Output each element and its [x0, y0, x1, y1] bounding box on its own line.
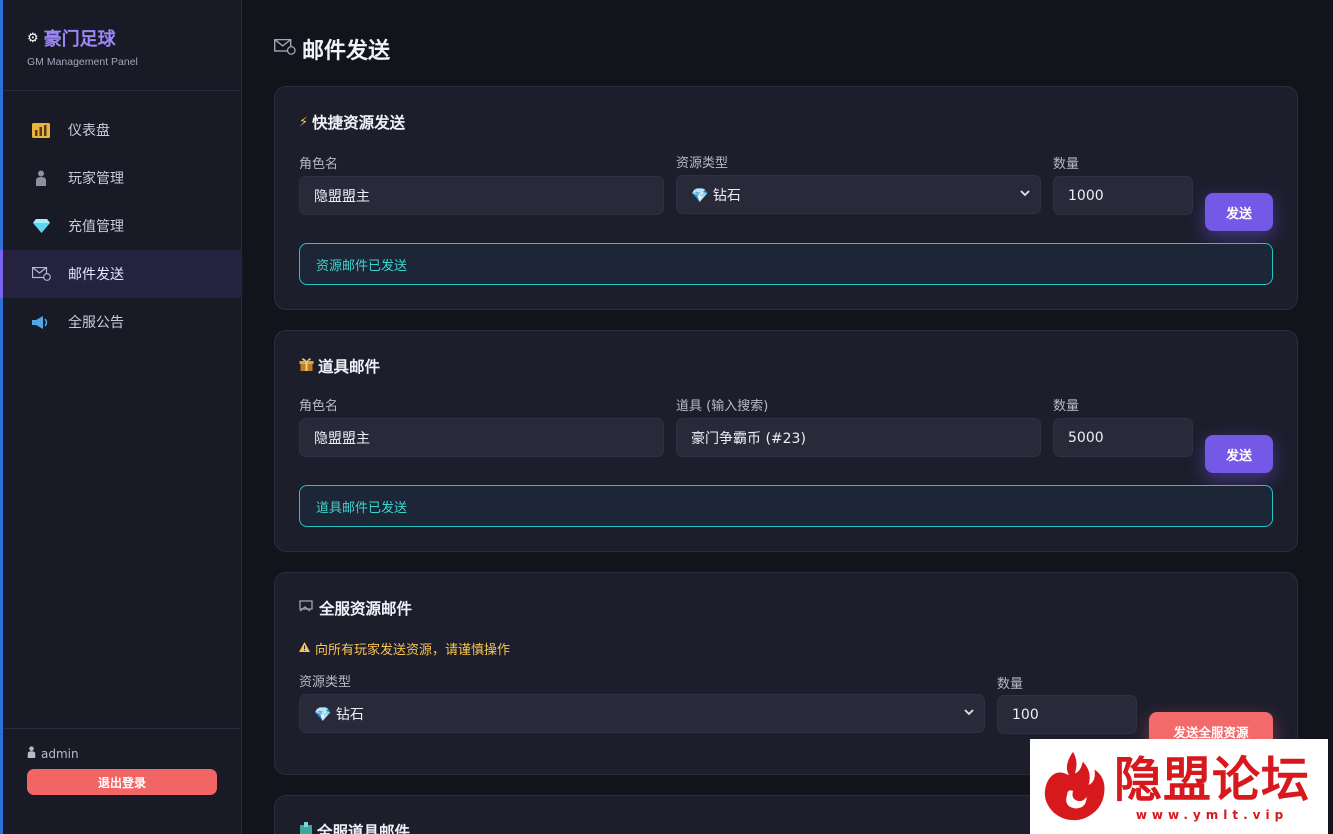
send-button[interactable]: 发送 [1205, 435, 1273, 473]
item-search-value: 豪门争霸币 (#23) [691, 430, 806, 447]
quantity-value: 5000 [1068, 429, 1104, 446]
resource-type-value: 💎 钻石 [691, 187, 741, 204]
bar-chart-icon [31, 121, 51, 139]
sidebar-item-dashboard[interactable]: 仪表盘 [3, 106, 241, 154]
lightning-icon: ⚡ [299, 114, 309, 130]
chevron-down-icon [964, 706, 974, 719]
quantity-value: 1000 [1068, 187, 1104, 204]
main-content: 邮件发送 ⚡ 快捷资源发送 角色名 隐盟盟主 资源类型 💎 钻石 数量 1000 [242, 0, 1333, 834]
watermark-text: 隐盟论坛 www.ymlt.vip [1114, 752, 1310, 822]
resource-type-label: 资源类型 [676, 156, 729, 171]
item-mail-card: 道具邮件 角色名 隐盟盟主 道具 (输入搜索) 豪门争霸币 (#23) 数量 5… [274, 330, 1298, 552]
sidebar-item-label: 邮件发送 [68, 267, 124, 283]
page-title: 邮件发送 [274, 33, 390, 65]
sidebar-item-announcement[interactable]: 全服公告 [3, 298, 241, 346]
brand-subtitle: GM Management Panel [27, 56, 138, 68]
sidebar-item-recharge[interactable]: 充值管理 [3, 202, 241, 250]
person-icon [31, 169, 51, 187]
sidebar-footer: admin 退出登录 [3, 728, 241, 834]
success-alert: 道具邮件已发送 [299, 485, 1273, 527]
resource-type-label: 资源类型 [299, 675, 352, 690]
quantity-input[interactable]: 100 [997, 695, 1137, 734]
megaphone-icon [31, 313, 51, 331]
send-button[interactable]: 发送 [1205, 193, 1273, 231]
resource-type-select[interactable]: 💎 钻石 [676, 175, 1041, 214]
card-title: ⚡ 快捷资源发送 [299, 111, 405, 133]
flame-logo-icon [1044, 751, 1105, 820]
card-title-text: 道具邮件 [318, 358, 381, 376]
package-icon [299, 822, 313, 834]
warning-icon [299, 641, 310, 656]
soccer-ball-icon: ⚙ [27, 30, 39, 46]
quantity-input[interactable]: 1000 [1053, 176, 1193, 215]
broadcast-icon [299, 599, 315, 617]
role-label: 角色名 [299, 157, 339, 172]
role-name-input[interactable]: 隐盟盟主 [299, 176, 664, 215]
quantity-value: 100 [1012, 706, 1039, 723]
watermark-logo: 隐盟论坛 www.ymlt.vip [1030, 739, 1328, 834]
watermark-title: 隐盟论坛 [1114, 751, 1311, 808]
sidebar-item-label: 仪表盘 [68, 123, 110, 139]
sidebar-item-mail[interactable]: 邮件发送 [0, 250, 241, 298]
card-title: 道具邮件 [299, 355, 380, 377]
current-user: admin [27, 746, 241, 761]
success-alert: 资源邮件已发送 [299, 243, 1273, 285]
role-name-input[interactable]: 隐盟盟主 [299, 418, 664, 457]
quantity-label: 数量 [1053, 157, 1080, 172]
resource-type-value: 💎 钻石 [314, 706, 364, 723]
card-title-text: 全服道具邮件 [317, 823, 411, 834]
role-name-value: 隐盟盟主 [314, 188, 370, 205]
quick-resource-card: ⚡ 快捷资源发送 角色名 隐盟盟主 资源类型 💎 钻石 数量 1000 发送 资… [274, 86, 1298, 310]
mail-icon [31, 265, 51, 283]
quantity-input[interactable]: 5000 [1053, 418, 1193, 457]
app-root: ⚙ 豪门足球 GM Management Panel 仪表盘 玩家管理 充值管理… [0, 0, 1333, 834]
user-icon [27, 746, 36, 761]
card-title-text: 快捷资源发送 [312, 114, 406, 132]
resource-type-select[interactable]: 💎 钻石 [299, 694, 985, 733]
card-title: 全服资源邮件 [299, 597, 412, 619]
role-name-value: 隐盟盟主 [314, 430, 370, 447]
warning-message: 向所有玩家发送资源，请谨慎操作 [299, 639, 510, 658]
sidebar-item-label: 全服公告 [68, 315, 124, 331]
sidebar-item-label: 充值管理 [68, 219, 124, 235]
quantity-label: 数量 [997, 677, 1024, 692]
role-label: 角色名 [299, 399, 339, 414]
page-title-text: 邮件发送 [302, 39, 391, 64]
sidebar: ⚙ 豪门足球 GM Management Panel 仪表盘 玩家管理 充值管理… [0, 0, 242, 834]
gift-icon [299, 357, 314, 375]
item-search-label: 道具 (输入搜索) [676, 399, 769, 414]
card-title-text: 全服资源邮件 [319, 600, 413, 618]
sidebar-item-label: 玩家管理 [68, 171, 124, 187]
item-search-input[interactable]: 豪门争霸币 (#23) [676, 418, 1041, 457]
mail-icon [274, 38, 296, 59]
card-title: 全服道具邮件 [299, 820, 410, 834]
sidebar-item-players[interactable]: 玩家管理 [3, 154, 241, 202]
sidebar-nav: 仪表盘 玩家管理 充值管理 邮件发送 全服公告 [0, 91, 241, 346]
chevron-down-icon [1020, 187, 1030, 200]
brand: ⚙ 豪门足球 GM Management Panel [3, 0, 241, 91]
diamond-icon [31, 217, 51, 235]
quantity-label: 数量 [1053, 399, 1080, 414]
watermark-url: www.ymlt.vip [1135, 807, 1289, 822]
warning-text: 向所有玩家发送资源，请谨慎操作 [315, 643, 511, 658]
username: admin [41, 746, 79, 761]
brand-title: ⚙ 豪门足球 [27, 25, 241, 51]
logout-button[interactable]: 退出登录 [27, 769, 217, 795]
brand-name: 豪门足球 [43, 29, 116, 50]
